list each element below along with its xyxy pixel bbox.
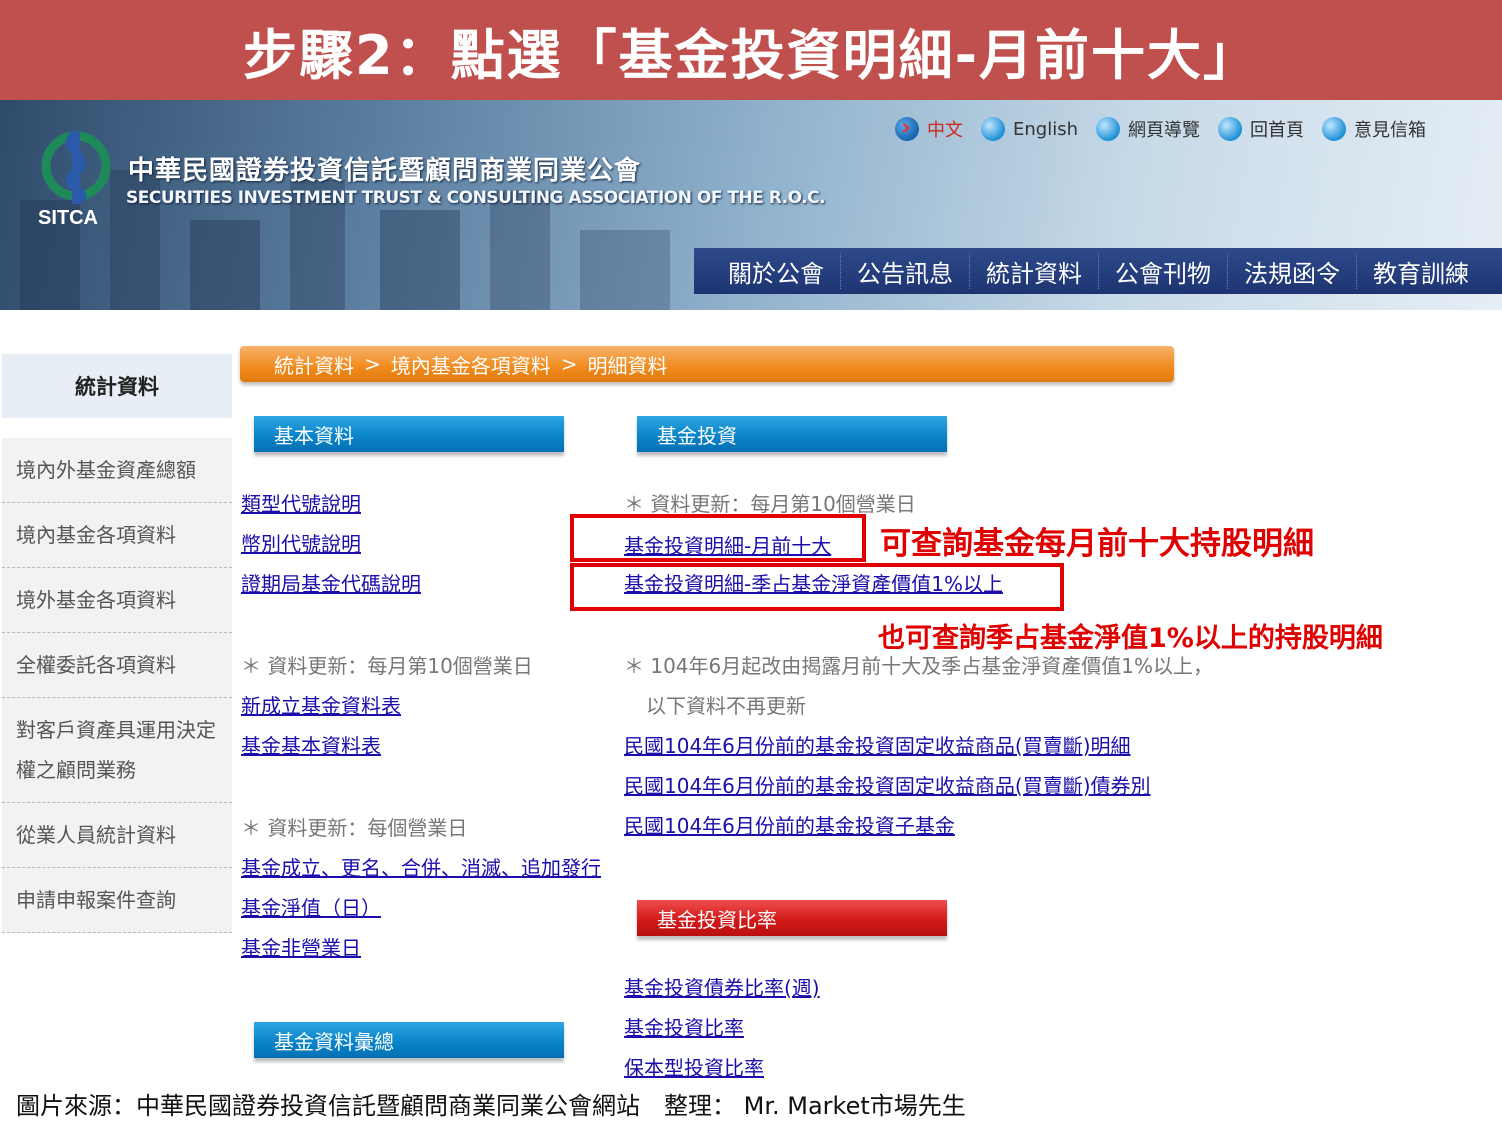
- breadcrumb: 統計資料 > 境內基金各項資料 > 明細資料: [240, 346, 1174, 382]
- bullet-icon: [1218, 117, 1242, 141]
- logo-text: SITCA: [38, 207, 98, 228]
- breadcrumb-separator: >: [364, 352, 381, 376]
- link-fund-changes[interactable]: 基金成立、更名、合併、消滅、追加發行: [241, 852, 601, 881]
- nav-announcements[interactable]: 公告訊息: [840, 253, 969, 289]
- highlight-box-quarter: [570, 563, 1064, 611]
- note-monthly-update: ＊ 資料更新：每月第10個營業日: [624, 492, 916, 516]
- link-currency-codes[interactable]: 幣別代號說明: [241, 528, 361, 557]
- link-fund-basic-data[interactable]: 基金基本資料表: [241, 730, 381, 759]
- nav-training[interactable]: 教育訓練: [1356, 253, 1485, 289]
- link-old-sub-funds[interactable]: 民國104年6月份前的基金投資子基金: [624, 810, 955, 839]
- note-daily-update: ＊ 資料更新：每個營業日: [241, 816, 468, 840]
- top-link-label: 中文: [927, 120, 963, 141]
- sidebar-item-employees[interactable]: 從業人員統計資料: [2, 803, 232, 868]
- bullet-icon: [981, 117, 1005, 141]
- breadcrumb-separator: >: [560, 352, 578, 376]
- link-new-funds[interactable]: 新成立基金資料表: [241, 690, 401, 719]
- image-credit: 圖片來源：中華民國證券投資信託暨顧問商業同業公會網站 整理： Mr. Marke…: [16, 1092, 966, 1120]
- link-fsc-fund-codes[interactable]: 證期局基金代碼說明: [241, 568, 421, 597]
- sidebar-item-total-assets[interactable]: 境內外基金資產總額: [2, 438, 232, 503]
- note-monthly-update: ＊ 資料更新：每月第10個營業日: [241, 654, 533, 678]
- tab-investment-ratio: 基金投資比率: [637, 900, 947, 936]
- breadcrumb-details: 明細資料: [587, 353, 668, 378]
- breadcrumb-domestic-funds[interactable]: 境內基金各項資料: [391, 350, 551, 379]
- tab-fund-investment: 基金投資: [637, 416, 947, 452]
- top-link-chinese[interactable]: 中文: [895, 113, 963, 142]
- note-policy-change-cont: 以下資料不再更新: [646, 694, 806, 718]
- org-name-en: SECURITIES INVESTMENT TRUST & CONSULTING…: [126, 188, 826, 208]
- bullet-icon: [1322, 117, 1346, 141]
- sitca-logo-icon[interactable]: SITCA: [36, 128, 116, 228]
- tab-basic-data: 基本資料: [254, 416, 564, 452]
- link-fund-non-business-days[interactable]: 基金非營業日: [241, 932, 361, 961]
- top-links: 中文 English 網頁導覽 回首頁 意見信箱: [895, 113, 1444, 142]
- highlight-box-top10: [570, 514, 866, 562]
- tab-fund-summary: 基金資料彙總: [254, 1022, 564, 1058]
- sidebar-item-advisory[interactable]: 對客戶資產具運用決定權之顧問業務: [2, 698, 232, 803]
- bullet-icon: [1096, 117, 1120, 141]
- link-type-codes[interactable]: 類型代號說明: [241, 488, 361, 517]
- nav-regulations[interactable]: 法規函令: [1227, 253, 1356, 289]
- top-link-home[interactable]: 回首頁: [1218, 116, 1304, 142]
- nav-about[interactable]: 關於公會: [712, 254, 840, 289]
- annotation-quarter: 也可查詢季占基金淨值1%以上的持股明細: [878, 623, 1383, 654]
- top-link-label: English: [1013, 118, 1078, 140]
- link-old-fixed-income-detail[interactable]: 民國104年6月份前的基金投資固定收益商品(買賣斷)明細: [624, 730, 1131, 759]
- sidebar-item-offshore-funds[interactable]: 境外基金各項資料: [2, 568, 232, 633]
- link-bond-ratio-weekly[interactable]: 基金投資債券比率(週): [624, 972, 820, 1001]
- nav-statistics[interactable]: 統計資料: [969, 253, 1098, 289]
- nav-publications[interactable]: 公會刊物: [1098, 253, 1227, 289]
- link-principal-guaranteed-ratio[interactable]: 保本型投資比率: [624, 1052, 764, 1081]
- top-link-english[interactable]: English: [981, 117, 1078, 141]
- annotation-top10: 可查詢基金每月前十大持股明細: [880, 526, 1314, 562]
- main-nav: 關於公會 公告訊息 統計資料 公會刊物 法規函令 教育訓練: [694, 248, 1502, 294]
- sidebar: 統計資料 境內外基金資產總額 境內基金各項資料 境外基金各項資料 全權委託各項資…: [2, 354, 232, 933]
- top-link-feedback[interactable]: 意見信箱: [1322, 116, 1426, 142]
- sidebar-title: 統計資料: [2, 354, 232, 418]
- link-investment-ratio[interactable]: 基金投資比率: [624, 1012, 744, 1041]
- top-link-label: 回首頁: [1250, 120, 1304, 141]
- link-fund-nav-daily[interactable]: 基金淨值（日）: [241, 892, 381, 921]
- sidebar-item-discretionary[interactable]: 全權委託各項資料: [2, 633, 232, 698]
- top-link-label: 意見信箱: [1354, 120, 1426, 141]
- arrow-bullet-icon: [895, 113, 919, 141]
- breadcrumb-statistics[interactable]: 統計資料: [274, 350, 354, 379]
- org-name-zh: 中華民國證券投資信託暨顧問商業同業公會: [128, 156, 642, 186]
- site-header: SITCA 中華民國證券投資信託暨顧問商業同業公會 SECURITIES INV…: [0, 100, 1502, 310]
- link-old-fixed-income-bonds[interactable]: 民國104年6月份前的基金投資固定收益商品(買賣斷)債券別: [624, 770, 1151, 799]
- top-link-sitemap[interactable]: 網頁導覽: [1096, 116, 1200, 142]
- sidebar-item-application-query[interactable]: 申請申報案件查詢: [2, 868, 232, 933]
- sidebar-item-domestic-funds[interactable]: 境內基金各項資料: [2, 503, 232, 568]
- top-link-label: 網頁導覽: [1128, 120, 1200, 141]
- page-title-banner: 步驟2：點選「基金投資明細-月前十大」: [0, 0, 1502, 100]
